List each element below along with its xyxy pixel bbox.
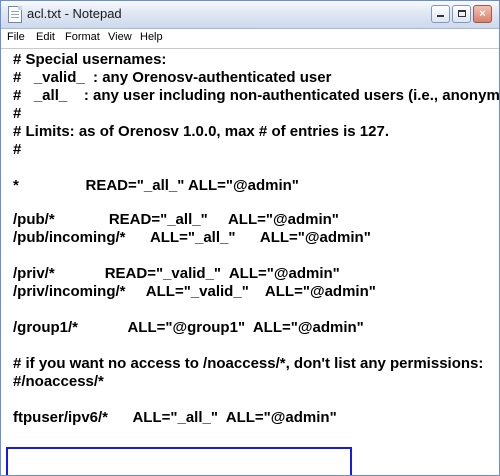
maximize-button[interactable] [452,5,471,23]
highlight-box [6,447,352,475]
notepad-icon [8,6,22,23]
maximize-icon [457,10,466,17]
minimize-icon [437,15,444,17]
window-title: acl.txt - Notepad [27,6,122,21]
notepad-window: acl.txt - Notepad × File Edit Format Vie… [0,0,500,476]
text-line: /pub/incoming/* ALL="_all_" ALL="@admin" [13,229,371,246]
menu-view[interactable]: View [108,31,132,43]
text-line: # _all_ : any user including non-authent… [13,87,500,104]
text-line: /group1/* ALL="@group1" ALL="@admin" [13,319,364,336]
text-line: # [13,105,22,122]
text-line: /priv/* READ="_valid_" ALL="@admin" [13,265,340,282]
menu-edit[interactable]: Edit [36,31,55,43]
text-line: # [13,141,22,158]
text-line: # _valid_ : any Orenosv-authenticated us… [13,69,332,86]
menu-bar: File Edit Format View Help [1,29,499,49]
text-line: /priv/incoming/* ALL="_valid_" ALL="@adm… [13,283,376,300]
minimize-button[interactable] [431,5,450,23]
text-line: # Limits: as of Orenosv 1.0.0, max # of … [13,123,389,140]
text-line: #/noaccess/* [13,373,104,390]
text-line: * READ="_all_" ALL="@admin" [13,177,299,194]
highlighted-line: ftpuser/ipv6/* ALL="_all_" ALL="@admin" [13,409,337,426]
title-bar[interactable]: acl.txt - Notepad × [1,1,499,29]
text-line: /pub/* READ="_all_" ALL="@admin" [13,211,339,228]
menu-format[interactable]: Format [65,31,100,43]
text-editor[interactable]: # Special usernames: # _valid_ : any Ore… [1,49,499,475]
text-line: # Special usernames: [13,51,167,68]
close-button[interactable]: × [473,5,492,23]
close-icon: × [479,8,486,20]
menu-file[interactable]: File [7,31,25,43]
menu-help[interactable]: Help [140,31,163,43]
text-line: # if you want no access to /noaccess/*, … [13,355,484,372]
